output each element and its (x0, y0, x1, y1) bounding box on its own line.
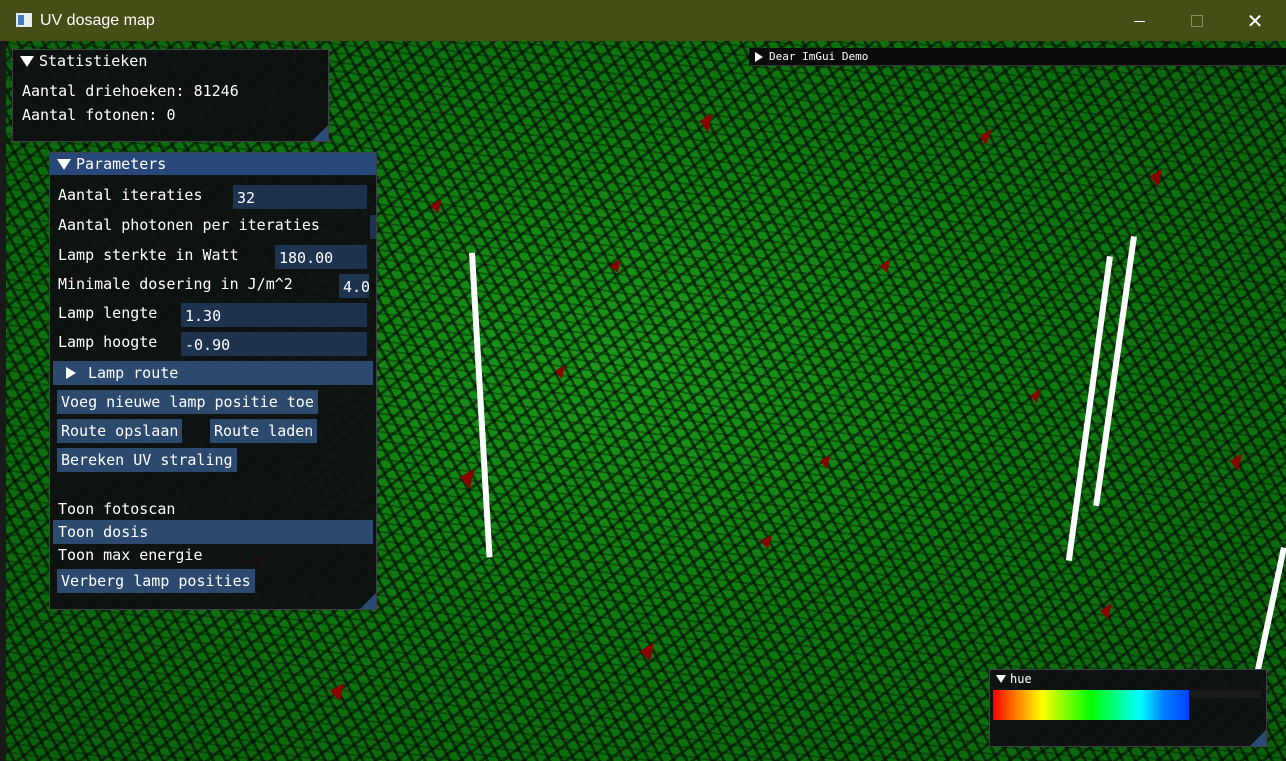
close-icon: ✕ (1246, 9, 1264, 33)
show-dose-option[interactable]: Toon dosis (53, 520, 373, 544)
stats-panel[interactable]: Statistieken Aantal driehoeken: 81246 Aa… (12, 49, 329, 142)
lamp-length-input[interactable]: 1.30 (181, 303, 367, 327)
parameters-panel[interactable]: Parameters Aantal iteraties 32 Aantal ph… (49, 152, 377, 610)
minimize-icon (1133, 20, 1145, 22)
hue-panel[interactable]: hue (989, 669, 1267, 747)
window-titlebar: UV dosage map ✕ (0, 0, 1286, 41)
triangle-count: Aantal driehoeken: 81246 (22, 82, 239, 100)
lamp-height-label: Lamp hoogte (58, 333, 158, 351)
compute-uv-button[interactable]: Bereken UV straling (57, 448, 237, 472)
hue-gradient-legend (993, 690, 1189, 720)
lamp-power-label: Lamp sterkte in Watt (58, 246, 239, 264)
iterations-input[interactable]: 32 (233, 185, 367, 209)
hue-scrollbar[interactable] (1191, 690, 1261, 698)
lamp-route-label: Lamp route (88, 364, 179, 382)
close-button[interactable]: ✕ (1232, 7, 1278, 35)
min-dose-input[interactable]: 4.0 (339, 274, 369, 298)
expand-arrow-icon (755, 52, 763, 62)
hue-header[interactable]: hue (990, 670, 1266, 688)
resize-grip[interactable] (312, 125, 328, 141)
collapse-arrow-icon (57, 159, 71, 170)
photons-per-iteration-input[interactable] (370, 215, 376, 239)
maximize-button[interactable] (1174, 7, 1220, 35)
window-title: UV dosage map (40, 12, 155, 29)
load-route-button[interactable]: Route laden (210, 419, 318, 443)
demo-title: Dear ImGui Demo (769, 50, 869, 63)
show-photoscan-option[interactable]: Toon fotoscan (58, 497, 175, 521)
lamp-route-tree[interactable]: Lamp route (53, 361, 373, 385)
iterations-label: Aantal iteraties (58, 186, 203, 204)
resize-grip[interactable] (1250, 730, 1266, 746)
photon-count: Aantal fotonen: 0 (22, 106, 176, 124)
left-edge (0, 41, 6, 761)
expand-arrow-icon (66, 367, 76, 379)
collapse-arrow-icon (996, 675, 1006, 683)
save-route-button[interactable]: Route opslaan (57, 419, 183, 443)
hue-title: hue (1010, 672, 1032, 686)
lamp-height-input[interactable]: -0.90 (181, 332, 367, 356)
stats-header[interactable]: Statistieken (13, 50, 328, 72)
stats-title: Statistieken (39, 52, 148, 70)
lamp-power-input[interactable]: 180.00 (275, 245, 367, 269)
photons-per-iteration-label: Aantal photonen per iteraties (58, 216, 320, 234)
lamp-length-label: Lamp lengte (58, 304, 158, 322)
parameters-header[interactable]: Parameters (50, 153, 376, 175)
imgui-demo-window-collapsed[interactable]: Dear ImGui Demo (749, 48, 1286, 66)
collapse-arrow-icon (20, 56, 34, 67)
minimize-button[interactable] (1116, 7, 1162, 35)
min-dose-label: Minimale dosering in J/m^2 (58, 275, 293, 293)
maximize-icon (1191, 15, 1203, 27)
parameters-title: Parameters (76, 155, 167, 173)
show-max-energy-option[interactable]: Toon max energie (58, 543, 203, 567)
app-icon (16, 13, 32, 27)
hide-lamp-positions-button[interactable]: Verberg lamp posities (57, 569, 255, 593)
resize-grip[interactable] (360, 593, 376, 609)
add-lamp-position-button[interactable]: Voeg nieuwe lamp positie toe (57, 390, 318, 414)
